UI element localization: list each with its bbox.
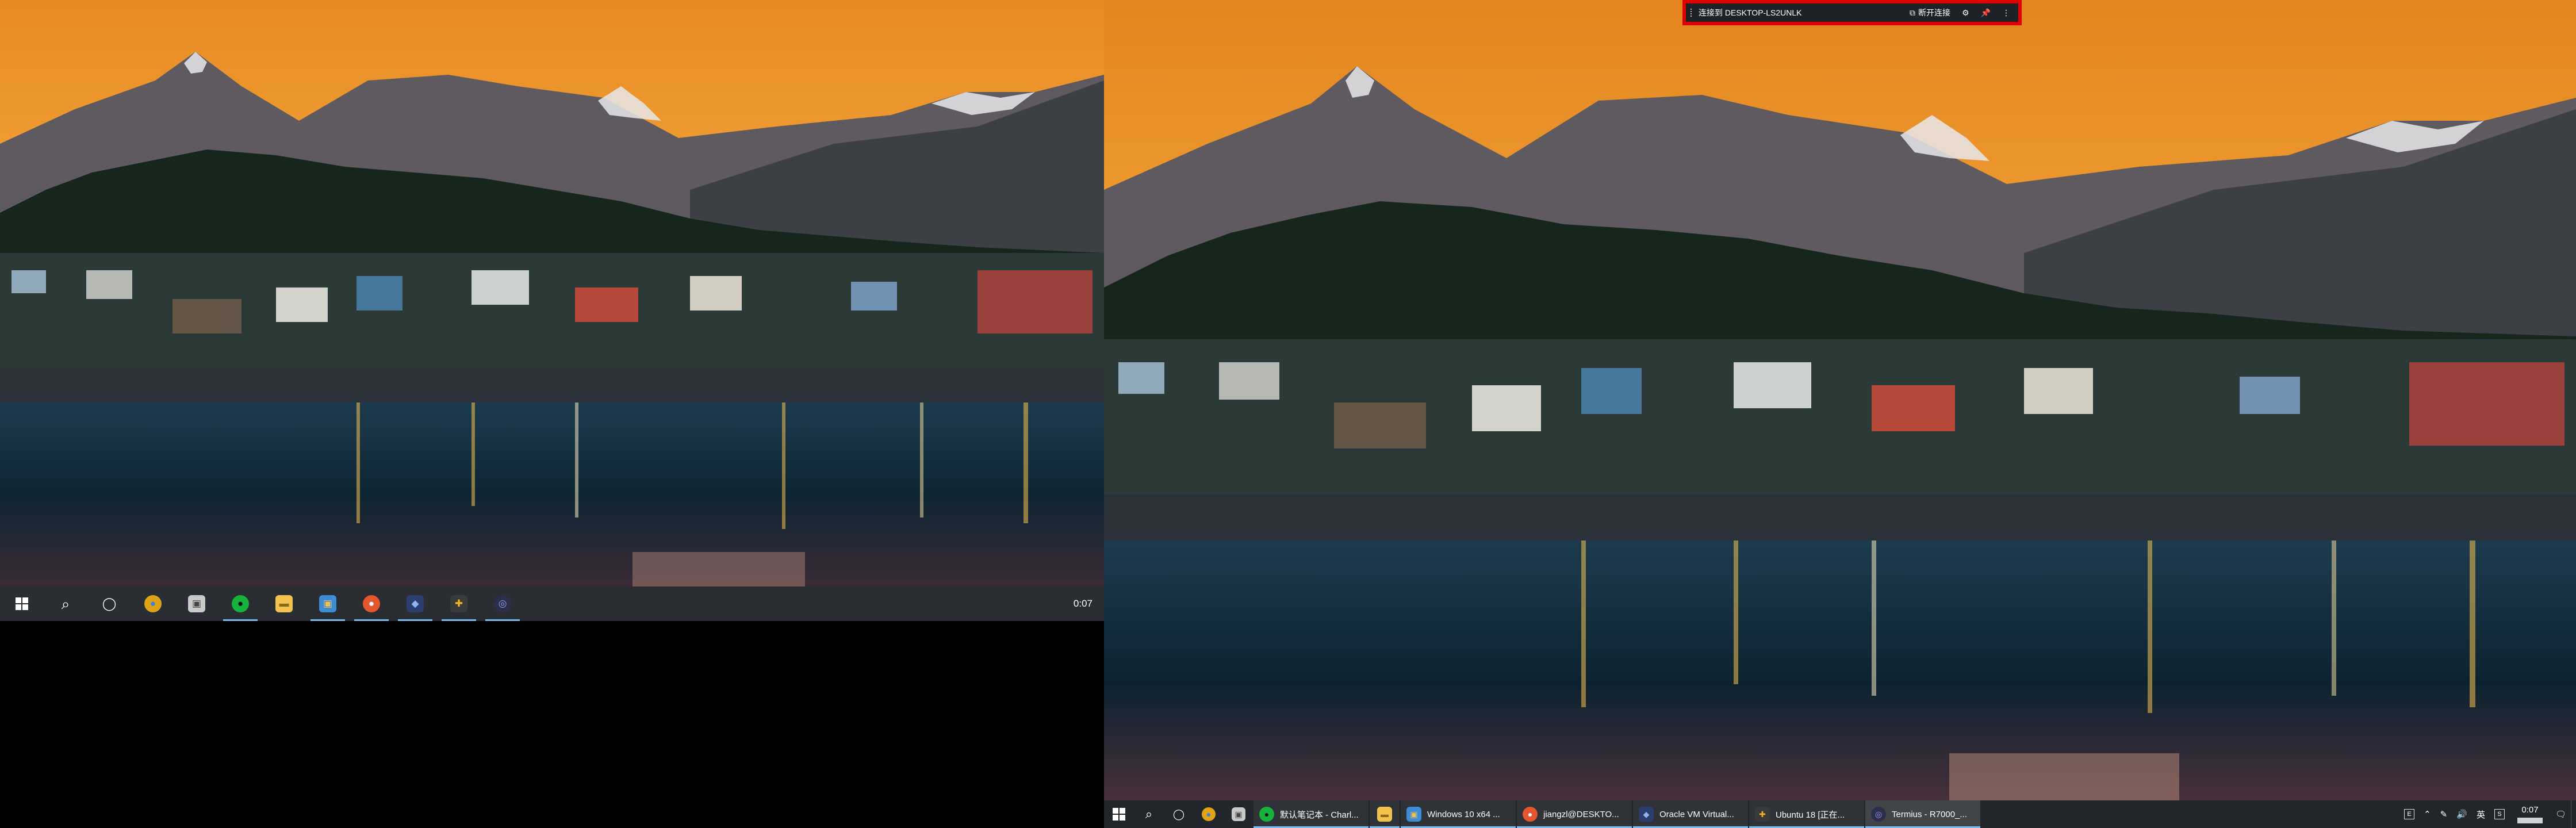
- chrome-icon: ●: [1202, 807, 1216, 821]
- chrome-button[interactable]: ●: [1194, 800, 1224, 828]
- volume-button[interactable]: 🔊: [2452, 800, 2472, 828]
- pen-icon: ✎: [2440, 810, 2448, 819]
- right-taskbar: ⌕ ◯ ● ▣ ● 默认笔记本 - Charl... ▬ ▣ Windows 1…: [1104, 800, 2576, 828]
- virtualbox-icon: ◆: [407, 595, 424, 612]
- store-icon: ▣: [188, 595, 205, 612]
- clock-time: 0:07: [2521, 805, 2539, 815]
- store-button[interactable]: ▣: [175, 586, 218, 621]
- start-button[interactable]: [1104, 800, 1134, 828]
- task-label: Windows 10 x64 ...: [1427, 809, 1500, 819]
- wechat-button[interactable]: ●: [218, 586, 262, 621]
- ime-indicator: 英: [2476, 810, 2485, 820]
- touch-keyboard-button[interactable]: ✎: [2436, 800, 2452, 828]
- search-icon: ⌕: [61, 595, 70, 612]
- drag-handle-icon[interactable]: [1690, 9, 1694, 17]
- ime-mode-button[interactable]: S: [2490, 800, 2509, 828]
- left-tray: 0:07: [1062, 586, 1104, 621]
- left-taskbar: ⌕ ◯ ● ▣ ● ▬ ▣ ● ◆ ✚ ◎ 0:07: [0, 586, 1104, 621]
- cortana-icon: ◯: [1172, 808, 1185, 820]
- task-label: jiangzl@DESKTO...: [1543, 809, 1619, 819]
- file-explorer-button[interactable]: ▬: [262, 586, 306, 621]
- system-tray: E ⌃ ✎ 🔊 英 S 0:07 🗨: [2399, 800, 2576, 828]
- task-label: Termius - R7000_...: [1892, 809, 1967, 819]
- ubuntu-terminal-icon: ●: [363, 595, 380, 612]
- desktop-wallpaper: [0, 0, 1104, 586]
- folder-icon: ▬: [275, 595, 293, 612]
- remote-connection-bar: 连接到 DESKTOP-LS2UNLK ⧉ 断开连接 ⚙ 📌 ⋮: [1682, 0, 2022, 25]
- show-hidden-icons-button[interactable]: ⌃: [2419, 800, 2436, 828]
- clock-date-bar: [2517, 817, 2543, 823]
- cortana-button[interactable]: ◯: [1164, 800, 1194, 828]
- wechat-icon: ●: [1259, 807, 1274, 822]
- folder-icon: ▬: [1377, 807, 1392, 822]
- task-label: Ubuntu 18 [正在...: [1776, 810, 1845, 820]
- virtualbox-icon: ◆: [1639, 807, 1654, 822]
- windows-logo-icon: [16, 597, 28, 610]
- task-terminal[interactable]: ● jiangzl@DESKTO...: [1517, 800, 1632, 828]
- task-label: 默认笔记本 - Charl...: [1280, 810, 1359, 820]
- ubuntu-vm-button[interactable]: ✚: [437, 586, 481, 621]
- disconnect-button[interactable]: ⧉ 断开连接: [1906, 7, 1954, 18]
- vm-window-icon: ▣: [319, 595, 336, 612]
- settings-button[interactable]: ⚙: [1958, 8, 1973, 18]
- chevron-up-icon: ⌃: [2424, 810, 2431, 819]
- task-termius[interactable]: ◎ Termius - R7000_...: [1865, 800, 1980, 828]
- task-charles[interactable]: ● 默认笔记本 - Charl...: [1254, 800, 1368, 828]
- windows-vm-button[interactable]: ▣: [306, 586, 350, 621]
- termius-icon: ◎: [1871, 807, 1886, 822]
- task-virtualbox[interactable]: ◆ Oracle VM Virtual...: [1633, 800, 1748, 828]
- jump-client-button[interactable]: ●: [350, 586, 393, 621]
- speaker-icon: 🔊: [2456, 810, 2467, 819]
- tools-icon: ✚: [450, 595, 467, 612]
- task-label: Oracle VM Virtual...: [1659, 809, 1734, 819]
- termius-icon: ◎: [494, 595, 511, 612]
- wechat-icon: ●: [232, 595, 249, 612]
- task-windows-vm[interactable]: ▣ Windows 10 x64 ...: [1401, 800, 1516, 828]
- right-monitor: 连接到 DESKTOP-LS2UNLK ⧉ 断开连接 ⚙ 📌 ⋮ ⌕ ◯ ● ▣…: [1104, 0, 2576, 828]
- chrome-icon: ●: [144, 595, 162, 612]
- ime-mode-icon: S: [2494, 809, 2505, 819]
- connection-title: 连接到 DESKTOP-LS2UNLK: [1699, 8, 1802, 17]
- task-file-explorer[interactable]: ▬: [1370, 800, 1400, 828]
- action-center-button[interactable]: 🗨: [2551, 800, 2571, 828]
- termius-button[interactable]: ◎: [481, 586, 524, 621]
- store-icon: ▣: [1232, 807, 1245, 821]
- desktop-wallpaper: [1104, 0, 2576, 800]
- tray-app-icon: E: [2404, 809, 2415, 819]
- task-ubuntu-vm[interactable]: ✚ Ubuntu 18 [正在...: [1749, 800, 1864, 828]
- more-dots-icon: ⋮: [2002, 7, 2010, 17]
- vm-window-icon: ▣: [1406, 807, 1421, 822]
- disconnect-label: 断开连接: [1918, 8, 1950, 17]
- left-monitor: ⌕ ◯ ● ▣ ● ▬ ▣ ● ◆ ✚ ◎ 0:07: [0, 0, 1104, 621]
- cortana-icon: ◯: [102, 596, 117, 611]
- disconnect-icon: ⧉: [1910, 7, 1915, 17]
- pin-icon: 📌: [1980, 7, 1991, 17]
- show-desktop-button[interactable]: [2571, 800, 2576, 828]
- chrome-button[interactable]: ●: [131, 586, 175, 621]
- left-clock[interactable]: 0:07: [1062, 597, 1104, 610]
- ubuntu-terminal-icon: ●: [1523, 807, 1538, 822]
- windows-logo-icon: [1113, 808, 1125, 821]
- cortana-button[interactable]: ◯: [87, 586, 131, 621]
- notification-icon: 🗨: [2555, 810, 2566, 819]
- search-button[interactable]: ⌕: [1134, 800, 1164, 828]
- tray-app-button[interactable]: E: [2399, 800, 2419, 828]
- search-button[interactable]: ⌕: [44, 586, 87, 621]
- gear-icon: ⚙: [1962, 7, 1969, 17]
- right-clock[interactable]: 0:07: [2509, 805, 2551, 823]
- more-button[interactable]: ⋮: [1999, 8, 2014, 18]
- virtualbox-button[interactable]: ◆: [393, 586, 437, 621]
- pin-button[interactable]: 📌: [1977, 8, 1994, 18]
- tools-icon: ✚: [1755, 807, 1770, 822]
- ime-button[interactable]: 英: [2472, 800, 2490, 828]
- search-icon: ⌕: [1145, 807, 1153, 821]
- start-button[interactable]: [0, 586, 44, 621]
- store-button[interactable]: ▣: [1224, 800, 1254, 828]
